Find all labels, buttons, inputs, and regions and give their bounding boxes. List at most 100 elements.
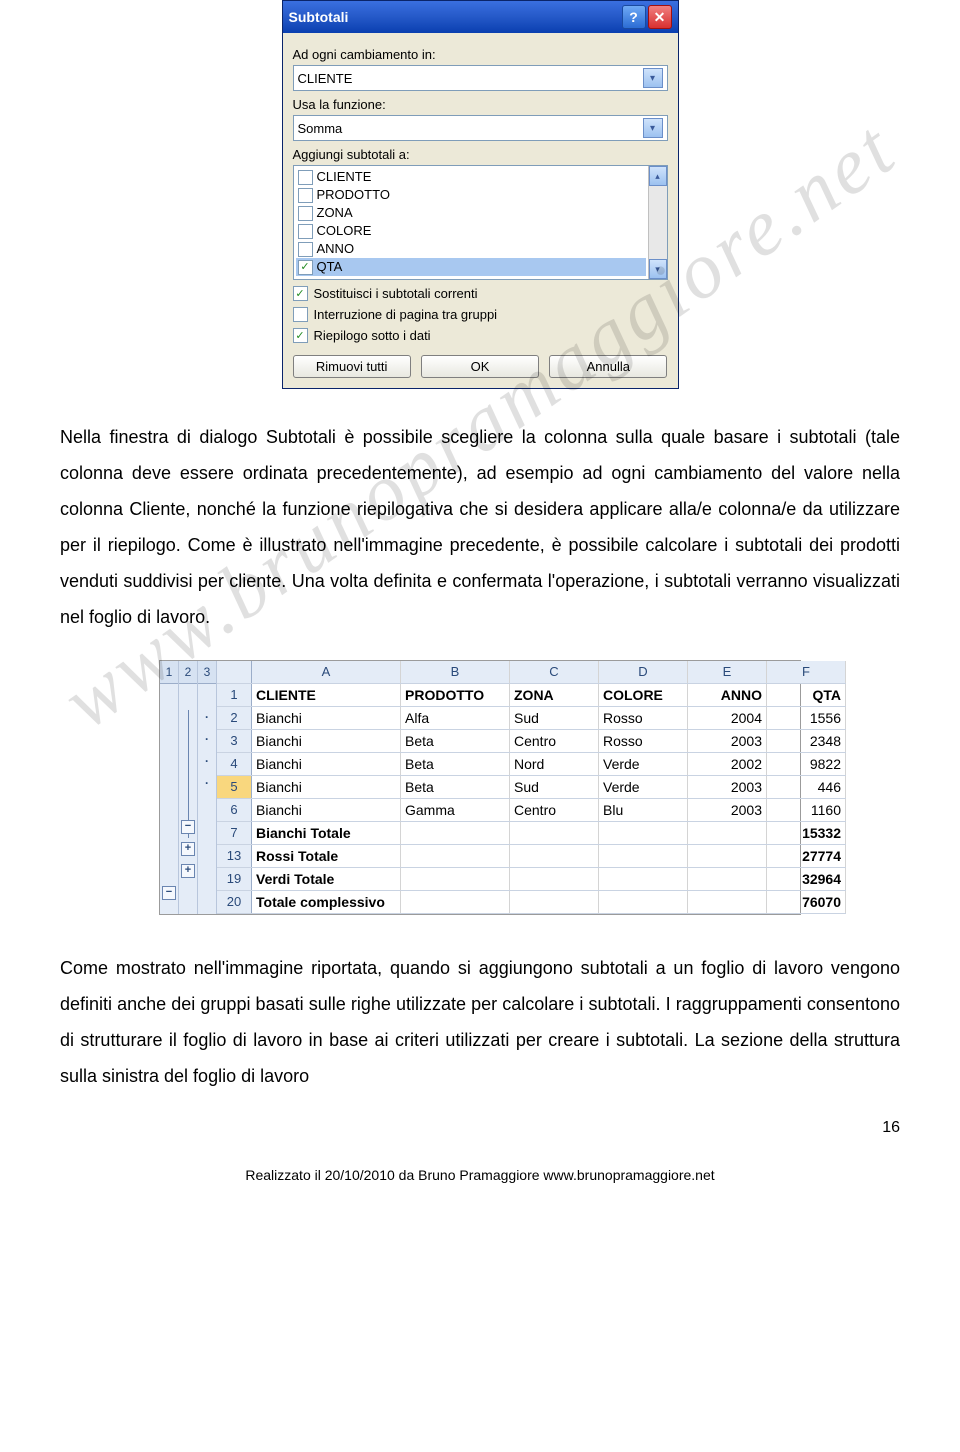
row-number[interactable]: 7 (217, 822, 252, 844)
check-icon[interactable] (298, 206, 313, 221)
remove-all-button[interactable]: Rimuovi tutti (293, 355, 411, 378)
cell[interactable] (599, 891, 688, 913)
list-item[interactable]: ZONA (296, 204, 646, 222)
cell[interactable] (510, 845, 599, 867)
column-header[interactable]: A (252, 661, 401, 683)
list-item[interactable]: ✓QTA (296, 258, 646, 276)
select-change-on[interactable]: CLIENTE ▾ (293, 65, 668, 91)
expand-icon[interactable]: + (181, 864, 195, 878)
cell[interactable]: 1556 (767, 707, 846, 729)
cell[interactable]: Alfa (401, 707, 510, 729)
cell[interactable] (510, 822, 599, 844)
cell[interactable] (688, 868, 767, 890)
row-number[interactable]: 6 (217, 799, 252, 821)
cell[interactable]: Rosso (599, 730, 688, 752)
cell[interactable]: 2004 (688, 707, 767, 729)
cell[interactable] (688, 891, 767, 913)
cell[interactable]: 446 (767, 776, 846, 798)
row-number[interactable]: 3 (217, 730, 252, 752)
row-number[interactable]: 5 (217, 776, 252, 798)
cell[interactable]: Blu (599, 799, 688, 821)
cell[interactable]: 2003 (688, 776, 767, 798)
column-header[interactable]: C (510, 661, 599, 683)
cell[interactable]: Beta (401, 730, 510, 752)
close-icon[interactable]: ✕ (648, 5, 672, 29)
collapse-icon[interactable]: − (181, 820, 195, 834)
check-icon[interactable]: ✓ (293, 328, 308, 343)
dialog-titlebar[interactable]: Subtotali ? ✕ (283, 1, 678, 33)
cell[interactable]: Sud (510, 707, 599, 729)
cell[interactable]: 1160 (767, 799, 846, 821)
ok-button[interactable]: OK (421, 355, 539, 378)
cell[interactable] (688, 845, 767, 867)
corner-cell[interactable] (217, 661, 252, 683)
chevron-down-icon[interactable]: ▾ (643, 118, 663, 138)
cell[interactable]: COLORE (599, 684, 688, 706)
cancel-button[interactable]: Annulla (549, 355, 667, 378)
list-item[interactable]: ANNO (296, 240, 646, 258)
column-header[interactable]: B (401, 661, 510, 683)
check-icon[interactable] (298, 224, 313, 239)
cell[interactable]: 2003 (688, 730, 767, 752)
cell[interactable] (401, 822, 510, 844)
row-number[interactable]: 20 (217, 891, 252, 913)
cell[interactable]: 2348 (767, 730, 846, 752)
cell[interactable]: Bianchi (252, 776, 401, 798)
cell[interactable]: Bianchi Totale (252, 822, 401, 844)
cell[interactable]: 2002 (688, 753, 767, 775)
check-icon[interactable] (293, 307, 308, 322)
cell[interactable]: Rosso (599, 707, 688, 729)
checkbox-summary[interactable]: ✓ Riepilogo sotto i dati (293, 328, 668, 343)
cell[interactable]: 2003 (688, 799, 767, 821)
cell[interactable] (401, 891, 510, 913)
cell[interactable]: CLIENTE (252, 684, 401, 706)
cell[interactable]: Centro (510, 799, 599, 821)
check-icon[interactable]: ✓ (298, 260, 313, 275)
cell[interactable]: 32964 (767, 868, 846, 890)
cell[interactable]: Nord (510, 753, 599, 775)
cell[interactable] (599, 845, 688, 867)
list-item[interactable]: COLORE (296, 222, 646, 240)
cell[interactable]: Verdi Totale (252, 868, 401, 890)
check-icon[interactable]: ✓ (293, 286, 308, 301)
help-icon[interactable]: ? (622, 5, 646, 29)
cell[interactable] (688, 822, 767, 844)
cell[interactable] (401, 868, 510, 890)
check-icon[interactable] (298, 170, 313, 185)
cell[interactable]: Sud (510, 776, 599, 798)
cell[interactable]: QTA (767, 684, 846, 706)
column-header[interactable]: D (599, 661, 688, 683)
cell[interactable]: Centro (510, 730, 599, 752)
chevron-down-icon[interactable]: ▾ (643, 68, 663, 88)
cell[interactable]: Bianchi (252, 730, 401, 752)
cell[interactable] (401, 845, 510, 867)
cell[interactable]: Rossi Totale (252, 845, 401, 867)
outline-level-3[interactable]: 3 (198, 661, 216, 684)
cell[interactable]: 76070 (767, 891, 846, 913)
check-icon[interactable] (298, 242, 313, 257)
cell[interactable]: Verde (599, 753, 688, 775)
column-header[interactable]: F (767, 661, 846, 683)
cell[interactable]: Bianchi (252, 799, 401, 821)
row-number[interactable]: 1 (217, 684, 252, 706)
outline-panel[interactable]: 1 − 2 − + + 3 (160, 661, 217, 914)
column-header[interactable]: E (688, 661, 767, 683)
expand-icon[interactable]: + (181, 842, 195, 856)
cell[interactable]: ANNO (688, 684, 767, 706)
cell[interactable] (599, 868, 688, 890)
cell[interactable]: ZONA (510, 684, 599, 706)
cell[interactable]: Beta (401, 776, 510, 798)
cell[interactable] (510, 891, 599, 913)
collapse-icon[interactable]: − (162, 886, 176, 900)
scroll-down-icon[interactable]: ▾ (649, 259, 667, 279)
cell[interactable]: 9822 (767, 753, 846, 775)
check-icon[interactable] (298, 188, 313, 203)
list-item[interactable]: CLIENTE (296, 168, 646, 186)
cell[interactable]: PRODOTTO (401, 684, 510, 706)
outline-level-1[interactable]: 1 (160, 661, 178, 684)
cell[interactable] (599, 822, 688, 844)
cell[interactable]: Gamma (401, 799, 510, 821)
listbox-add-subtotals[interactable]: CLIENTEPRODOTTOZONACOLOREANNO✓QTA ▴ ▾ (293, 165, 668, 280)
select-function[interactable]: Somma ▾ (293, 115, 668, 141)
cell[interactable]: 27774 (767, 845, 846, 867)
